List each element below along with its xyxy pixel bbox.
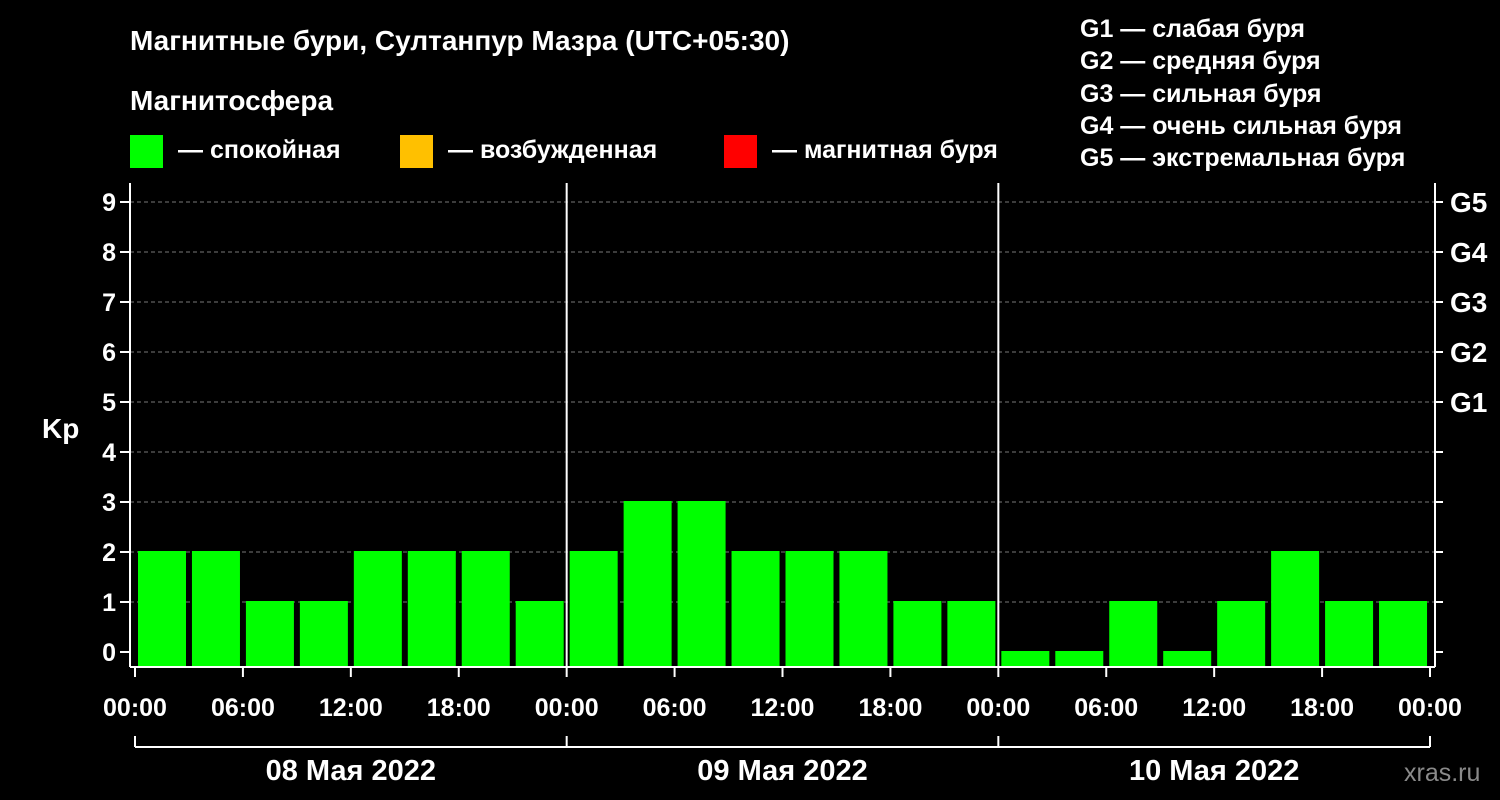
kp-bar [299,601,348,667]
kp-bar [947,601,996,667]
kp-bar [569,551,618,667]
kp-bar [893,601,942,667]
kp-bar [191,551,240,667]
kp-bar [839,551,888,667]
g-level-label: G3 [1450,287,1487,318]
legend-heading: Магнитосфера [130,85,333,116]
y-tick-label: 3 [102,489,116,517]
y-tick-label: 9 [102,189,116,217]
y-tick-label: 5 [102,389,116,417]
chart-title: Магнитные бури, Султанпур Мазра (UTC+05:… [130,25,789,56]
y-axis-label: Kp [42,413,79,444]
kp-bar [1217,601,1266,667]
x-tick-label: 18:00 [1290,694,1354,722]
legend-label-active: — возбужденная [448,136,657,164]
legend-label-quiet: — спокойная [178,136,341,164]
y-tick-label: 4 [102,439,116,467]
kp-bar [1379,601,1428,667]
storm-level-g4: G4 — очень сильная буря [1080,112,1402,140]
kp-bar [677,501,726,667]
x-tick-label: 12:00 [1182,694,1246,722]
kp-bar [623,501,672,667]
legend-swatch-active [400,135,433,168]
kp-bar [1271,551,1320,667]
kp-bar [1055,651,1104,667]
kp-bar [1163,651,1212,667]
x-tick-label: 18:00 [427,694,491,722]
x-tick-label: 00:00 [103,694,167,722]
y-tick-label: 2 [102,539,116,567]
kp-bar [353,551,402,667]
y-tick-label: 6 [102,339,116,367]
kp-bar [785,551,834,667]
kp-bar [731,551,780,667]
legend-swatch-quiet [130,135,163,168]
date-label: 09 Мая 2022 [697,755,867,787]
legend: — спокойная — возбужденная — магнитная б… [130,135,998,168]
y-tick-label: 8 [102,239,116,267]
date-label: 10 Мая 2022 [1129,755,1299,787]
g-level-label: G1 [1450,387,1487,418]
storm-level-g2: G2 — средняя буря [1080,47,1321,75]
kp-bar [407,551,456,667]
kp-bar [138,551,186,667]
y-tick-label: 0 [102,639,116,667]
kp-bar [245,601,294,667]
kp-bar [1109,601,1158,667]
storm-level-g1: G1 — слабая буря [1080,15,1305,43]
x-tick-label: 00:00 [1398,694,1462,722]
date-label: 08 Мая 2022 [266,755,436,787]
x-tick-label: 18:00 [858,694,922,722]
legend-label-storm: — магнитная буря [772,136,998,164]
kp-bar [461,551,510,667]
x-tick-label: 00:00 [966,694,1030,722]
kp-bar [515,601,564,667]
y-tick-label: 7 [102,289,116,317]
storm-level-g3: G3 — сильная буря [1080,80,1322,108]
x-tick-label: 06:00 [211,694,275,722]
g-level-label: G2 [1450,337,1487,368]
x-tick-label: 12:00 [319,694,383,722]
x-tick-label: 06:00 [1074,694,1138,722]
plot-area: 0 1 2 3 4 5 6 7 8 9 G1 G2 G3 G4 G5 00:00 06:00 12:00 18:00… [102,183,1488,787]
x-tick-label: 00:00 [535,694,599,722]
storm-level-g5: G5 — экстремальная буря [1080,144,1405,172]
y-tick-label: 1 [102,589,116,617]
storm-levels: G1 — слабая буря G2 — средняя буря G3 — … [1080,15,1405,172]
watermark: xras.ru [1404,759,1480,787]
kp-chart: Магнитные бури, Султанпур Мазра (UTC+05:… [42,15,1488,787]
kp-bar [1325,601,1374,667]
g-level-label: G4 [1450,237,1488,268]
legend-swatch-storm [724,135,757,168]
x-tick-label: 12:00 [751,694,815,722]
kp-bar [1001,651,1050,667]
x-tick-label: 06:00 [643,694,707,722]
g-level-label: G5 [1450,187,1487,218]
